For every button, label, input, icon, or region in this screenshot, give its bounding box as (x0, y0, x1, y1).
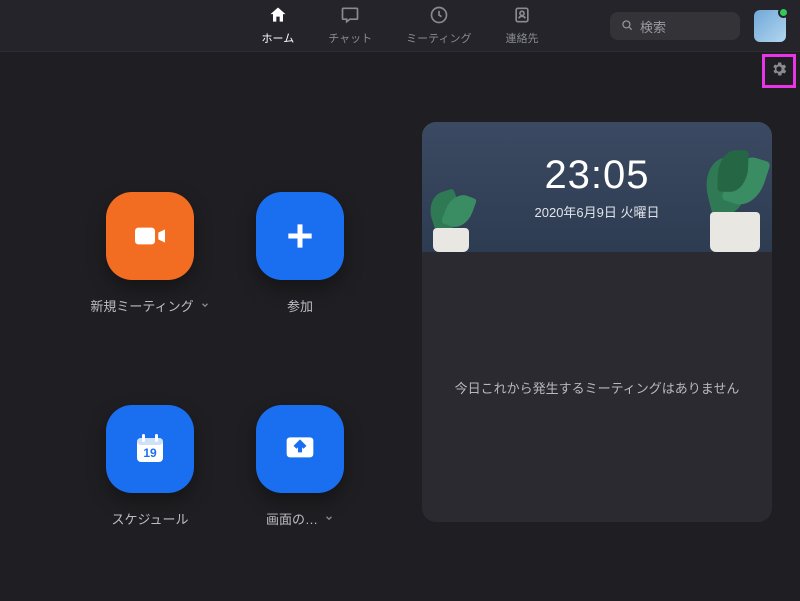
presence-indicator (778, 7, 789, 18)
schedule-label: スケジュール (111, 509, 188, 528)
tab-contacts-label: 連絡先 (505, 30, 538, 46)
search-placeholder: 検索 (640, 17, 666, 36)
no-meetings-text: 今日これから発生するミーティングはありません (455, 378, 740, 397)
new-meeting-label: 新規ミーティング (90, 296, 193, 315)
join-label: 参加 (287, 296, 313, 315)
action-join[interactable]: 参加 (240, 192, 360, 315)
search-input[interactable]: 検索 (610, 12, 740, 40)
action-schedule[interactable]: 19 スケジュール (90, 405, 210, 528)
plus-icon (256, 192, 344, 280)
tab-chat-label: チャット (328, 30, 372, 46)
calendar-day: 19 (143, 446, 157, 460)
calendar-hero: 23:05 2020年6月9日 火曜日 (422, 122, 772, 252)
gear-icon (770, 60, 788, 83)
calendar-panel: 23:05 2020年6月9日 火曜日 今日これから発生するミーティングはありま… (422, 122, 772, 522)
share-icon (256, 405, 344, 493)
share-label: 画面の… (266, 509, 318, 528)
tab-home-label: ホーム (262, 30, 295, 46)
top-bar: ホーム チャット ミーティング 連絡先 検索 (0, 0, 800, 52)
search-icon (620, 18, 634, 35)
main-content: 新規ミーティング 参加 19 スケジュール (0, 52, 800, 601)
chat-icon (340, 5, 360, 28)
video-icon (106, 192, 194, 280)
tab-home[interactable]: ホーム (262, 5, 295, 46)
action-new-meeting[interactable]: 新規ミーティング (90, 192, 210, 315)
contacts-icon (512, 5, 532, 28)
settings-button[interactable] (762, 54, 796, 88)
home-icon (268, 5, 288, 28)
current-time: 23:05 (544, 153, 649, 198)
calendar-body: 今日これから発生するミーティングはありません (422, 252, 772, 522)
tab-contacts[interactable]: 連絡先 (505, 5, 538, 46)
tab-meetings[interactable]: ミーティング (406, 5, 471, 46)
action-share-screen[interactable]: 画面の… (240, 405, 360, 528)
calendar-icon: 19 (106, 405, 194, 493)
plant-decoration (428, 190, 474, 252)
plant-decoration (704, 148, 766, 252)
clock-icon (429, 5, 449, 28)
actions-area: 新規ミーティング 参加 19 スケジュール (0, 52, 410, 601)
calendar-panel-area: 23:05 2020年6月9日 火曜日 今日これから発生するミーティングはありま… (410, 52, 800, 601)
current-date: 2020年6月9日 火曜日 (535, 202, 660, 221)
nav-tabs: ホーム チャット ミーティング 連絡先 (262, 5, 539, 46)
chevron-down-icon[interactable] (324, 511, 334, 526)
tab-meetings-label: ミーティング (406, 30, 471, 46)
chevron-down-icon[interactable] (200, 298, 210, 313)
tab-chat[interactable]: チャット (328, 5, 372, 46)
